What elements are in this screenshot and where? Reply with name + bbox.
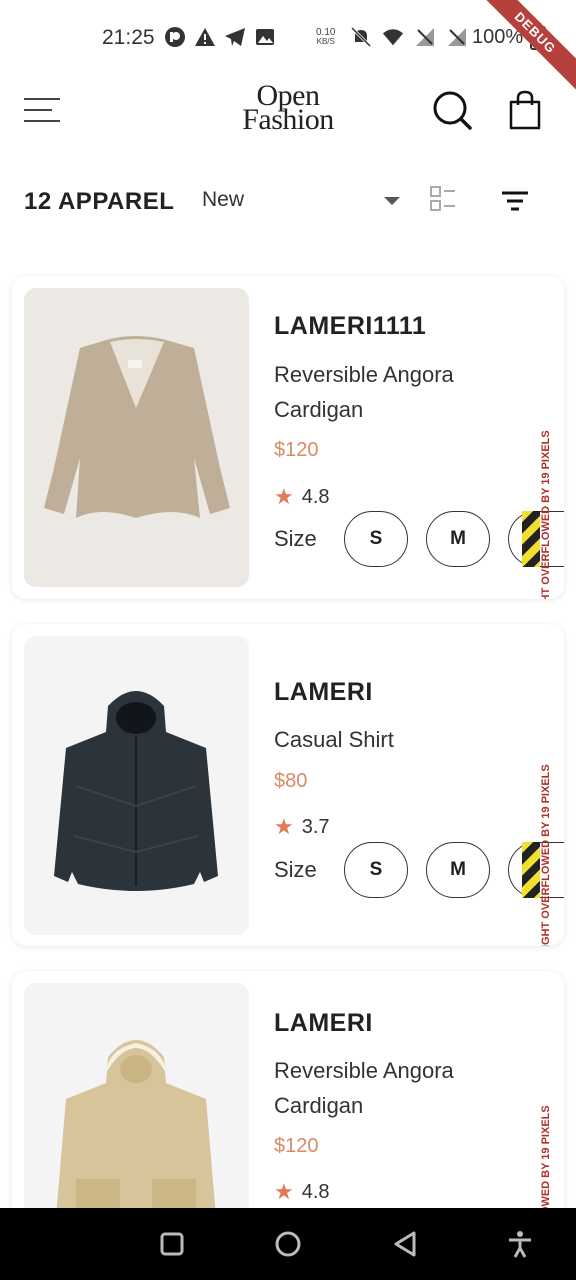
- size-label: Size: [274, 526, 317, 551]
- product-brand: LAMERI1111: [274, 312, 427, 340]
- product-brand: LAMERI: [274, 678, 373, 706]
- wifi-icon: [382, 26, 404, 48]
- product-rating: ★ 4.8: [274, 484, 330, 510]
- menu-icon[interactable]: [24, 96, 60, 124]
- status-system-icons: [350, 26, 468, 48]
- product-card[interactable]: LAMERI1111 Reversible Angora Cardigan $1…: [12, 276, 564, 599]
- product-image[interactable]: [24, 288, 249, 587]
- recents-icon[interactable]: [158, 1230, 186, 1258]
- product-name: Reversible Angora Cardigan: [274, 1058, 454, 1118]
- sort-selected-value: New: [202, 188, 245, 211]
- overflow-indicator: [522, 842, 540, 898]
- sort-dropdown[interactable]: New: [202, 186, 400, 216]
- logo-line-2: Fashion: [242, 103, 334, 136]
- product-image[interactable]: [24, 636, 249, 935]
- app-bar: Open Fashion: [0, 76, 576, 146]
- image-icon: [254, 26, 276, 48]
- star-icon: ★: [274, 484, 294, 509]
- product-brand: LAMERI: [274, 1009, 373, 1037]
- back-icon[interactable]: [392, 1230, 420, 1258]
- rating-value: 4.8: [301, 1180, 330, 1203]
- size-label: Size: [274, 857, 317, 882]
- size-chip-s[interactable]: S: [344, 511, 408, 567]
- shopping-bag-icon[interactable]: [508, 90, 542, 130]
- app-icon: [164, 26, 186, 48]
- status-notification-icons: [164, 26, 276, 48]
- filter-bar: 12 APPAREL New: [0, 176, 576, 226]
- mute-icon: [350, 26, 372, 48]
- product-rating: ★ 3.7: [274, 814, 330, 840]
- size-chip-m[interactable]: M: [426, 842, 490, 898]
- app-logo: Open Fashion: [226, 81, 350, 136]
- product-price: $120: [274, 439, 319, 461]
- rating-value: 3.7: [301, 815, 330, 838]
- size-chip-s[interactable]: S: [344, 842, 408, 898]
- alert-icon: [194, 26, 216, 48]
- product-price: $120: [274, 1135, 319, 1157]
- grid-list-icon[interactable]: [430, 186, 456, 212]
- overflow-indicator: [522, 511, 540, 567]
- star-icon: ★: [274, 1179, 294, 1204]
- system-nav-bar: [0, 1208, 576, 1280]
- dropdown-icon: [384, 197, 400, 205]
- size-chip-m[interactable]: M: [426, 511, 490, 567]
- home-icon[interactable]: [274, 1230, 302, 1258]
- size-selector: Size S M: [274, 511, 564, 567]
- overflow-warning-text: RIGHT OVERFLOWED BY 19 PIXELS: [540, 430, 552, 599]
- search-icon[interactable]: [432, 90, 472, 130]
- network-speed-unit: KB/S: [316, 37, 335, 46]
- product-price: $80: [274, 770, 308, 792]
- star-icon: ★: [274, 814, 294, 839]
- telegram-icon: [224, 26, 246, 48]
- item-count-label: 12 APPAREL: [24, 188, 175, 215]
- network-speed-value: 0.10: [316, 27, 336, 38]
- rating-value: 4.8: [301, 485, 330, 508]
- signal-icon: [446, 26, 468, 48]
- product-name: Casual Shirt: [274, 727, 394, 752]
- overflow-warning-text: RIGHT OVERFLOWED BY 19 PIXELS: [540, 764, 552, 946]
- filter-icon[interactable]: [500, 190, 530, 212]
- product-name: Reversible Angora Cardigan: [274, 362, 454, 422]
- status-time: 21:25: [102, 26, 155, 49]
- status-bar: 21:25 0.10 KB/S 100% DEBUG: [0, 0, 576, 94]
- size-selector: Size S M: [274, 842, 564, 898]
- product-rating: ★ 4.8: [274, 1179, 330, 1205]
- product-card[interactable]: LAMERI Casual Shirt $80 ★ 3.7 Size S M R…: [12, 624, 564, 946]
- network-speed: 0.10 KB/S: [316, 27, 336, 47]
- accessibility-icon[interactable]: [506, 1230, 534, 1258]
- signal-icon: [414, 26, 436, 48]
